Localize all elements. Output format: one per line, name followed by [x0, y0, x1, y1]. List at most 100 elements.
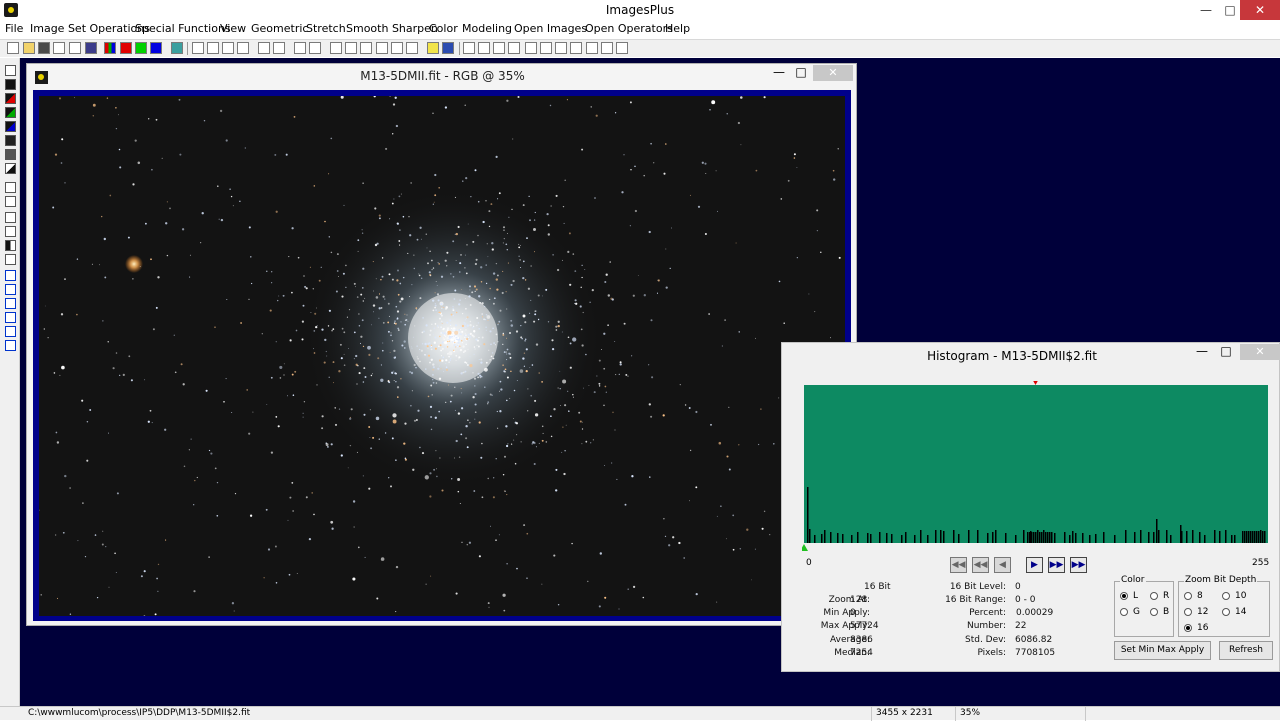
color-radio-r[interactable]	[1150, 592, 1158, 600]
star-cluster-image[interactable]	[39, 96, 845, 616]
histogram-plot[interactable]	[802, 381, 1270, 557]
color-radio-l[interactable]	[1120, 592, 1128, 600]
menu-smooth-sharpen[interactable]: Smooth Sharpen	[346, 22, 438, 35]
nav-next-fast-button[interactable]: ▶▶	[1048, 557, 1065, 573]
table-icon[interactable]	[391, 42, 403, 54]
blue-balance-icon[interactable]	[5, 121, 16, 132]
crosshair-icon[interactable]	[360, 42, 372, 54]
close-image-icon[interactable]	[53, 42, 65, 54]
nav-prev-button[interactable]: ◀	[994, 557, 1011, 573]
pencil-icon[interactable]	[427, 42, 439, 54]
image-window-close-button[interactable]: ✕	[813, 65, 853, 81]
set-min-max-apply-button[interactable]: Set Min Max Apply	[1114, 641, 1211, 660]
nav-last-button[interactable]: ▶▶	[1070, 557, 1087, 573]
new-file-icon[interactable]	[7, 42, 19, 54]
image-window-maximize-button[interactable]: □	[791, 65, 811, 83]
zoom-radio-8[interactable]	[1184, 592, 1192, 600]
measure-icon[interactable]	[330, 42, 342, 54]
calculator-icon[interactable]	[442, 42, 454, 54]
mask-invert-icon[interactable]	[273, 42, 285, 54]
open-folder-icon[interactable]	[23, 42, 35, 54]
split-icon[interactable]	[5, 240, 16, 251]
rectangle-select-icon[interactable]	[5, 212, 16, 223]
refresh-button[interactable]: Refresh	[1219, 641, 1273, 660]
color-radio-b[interactable]	[1150, 608, 1158, 616]
menu-modeling[interactable]: Modeling	[462, 22, 512, 35]
zoom-actual-icon[interactable]	[508, 42, 520, 54]
curves-icon[interactable]	[5, 149, 16, 160]
menu-open-images[interactable]: Open Images	[514, 22, 587, 35]
zoom-out-icon[interactable]	[478, 42, 490, 54]
frame-icon[interactable]	[555, 42, 567, 54]
frame-medium-icon[interactable]	[586, 42, 598, 54]
histogram-close-button[interactable]: ✕	[1240, 344, 1280, 360]
menu-view[interactable]: View	[220, 22, 246, 35]
mask-icon[interactable]	[258, 42, 270, 54]
image-window[interactable]: M13-5DMII.fit - RGB @ 35% — □ ✕	[26, 63, 857, 626]
histogram-window[interactable]: Histogram - M13-5DMII$2.fit — □ ✕ 0 255 …	[781, 342, 1280, 672]
flip-icon[interactable]	[5, 340, 16, 351]
close-button[interactable]: ✕	[1240, 0, 1280, 20]
menu-special-functions[interactable]: Special Functions	[135, 22, 231, 35]
frame-small-icon[interactable]	[570, 42, 582, 54]
close-all-icon[interactable]	[69, 42, 81, 54]
color-radio-g[interactable]	[1120, 608, 1128, 616]
zoom-radio-14[interactable]	[1222, 608, 1230, 616]
histogram-tool-icon[interactable]	[309, 42, 321, 54]
arrow-right-icon[interactable]	[5, 298, 16, 309]
remove-frame-icon[interactable]	[540, 42, 552, 54]
menu-image-set-operations[interactable]: Image Set Operations	[30, 22, 150, 35]
save-icon[interactable]	[38, 42, 50, 54]
rgb-channels-icon[interactable]	[104, 42, 116, 54]
zoom-fit-icon[interactable]	[493, 42, 505, 54]
zoom-in-icon[interactable]	[463, 42, 475, 54]
grid-icon[interactable]	[171, 42, 183, 54]
menu-stretch[interactable]: Stretch	[306, 22, 346, 35]
print-icon[interactable]	[85, 42, 97, 54]
menu-file[interactable]: File	[5, 22, 23, 35]
menu-geometric[interactable]: Geometric	[251, 22, 308, 35]
arrow-up-icon[interactable]	[5, 284, 16, 295]
nav-next-button[interactable]: ▶	[1026, 557, 1043, 573]
select-tool-icon[interactable]	[5, 65, 16, 76]
red-balance-icon[interactable]	[5, 93, 16, 104]
frame-fill-icon[interactable]	[616, 42, 628, 54]
histogram-maximize-button[interactable]: □	[1216, 344, 1236, 362]
move-icon[interactable]	[5, 270, 16, 281]
green-channel-icon[interactable]	[135, 42, 147, 54]
plot-icon[interactable]	[345, 42, 357, 54]
menu-open-operators[interactable]: Open Operators	[585, 22, 673, 35]
plus-cross-icon[interactable]	[376, 42, 388, 54]
lasso-icon[interactable]	[5, 182, 16, 193]
align-icon[interactable]	[5, 226, 16, 237]
undo-icon[interactable]	[192, 42, 204, 54]
dotted-line-icon[interactable]	[294, 42, 306, 54]
image-window-minimize-button[interactable]: —	[769, 65, 789, 83]
zoom-radio-12[interactable]	[1184, 608, 1192, 616]
black-point-icon[interactable]	[5, 79, 16, 90]
brush-icon[interactable]	[5, 196, 16, 207]
histogram-minimize-button[interactable]: —	[1192, 344, 1212, 362]
levels-icon[interactable]	[5, 135, 16, 146]
undo-all-icon[interactable]	[222, 42, 234, 54]
red-channel-icon[interactable]	[120, 42, 132, 54]
nav-first-button[interactable]: ◀◀	[950, 557, 967, 573]
frame-large-icon[interactable]	[601, 42, 613, 54]
rotate-left-icon[interactable]	[5, 312, 16, 323]
zoom-radio-16[interactable]	[1184, 624, 1192, 632]
zoom-radio-10[interactable]	[1222, 592, 1230, 600]
contrast-icon[interactable]	[5, 163, 16, 174]
zoom-marker-icon[interactable]	[1031, 381, 1040, 385]
add-frame-icon[interactable]	[525, 42, 537, 54]
nav-prev-fast-button[interactable]: ◀◀	[972, 557, 989, 573]
redo-all-icon[interactable]	[237, 42, 249, 54]
redo-icon[interactable]	[207, 42, 219, 54]
rotate-right-icon[interactable]	[5, 326, 16, 337]
green-balance-icon[interactable]	[5, 107, 16, 118]
min-apply-marker-icon[interactable]	[802, 544, 808, 551]
menu-color[interactable]: Color	[429, 22, 458, 35]
camera-icon[interactable]	[406, 42, 418, 54]
crop-icon[interactable]	[5, 254, 16, 265]
menu-help[interactable]: Help	[665, 22, 690, 35]
blue-channel-icon[interactable]	[150, 42, 162, 54]
